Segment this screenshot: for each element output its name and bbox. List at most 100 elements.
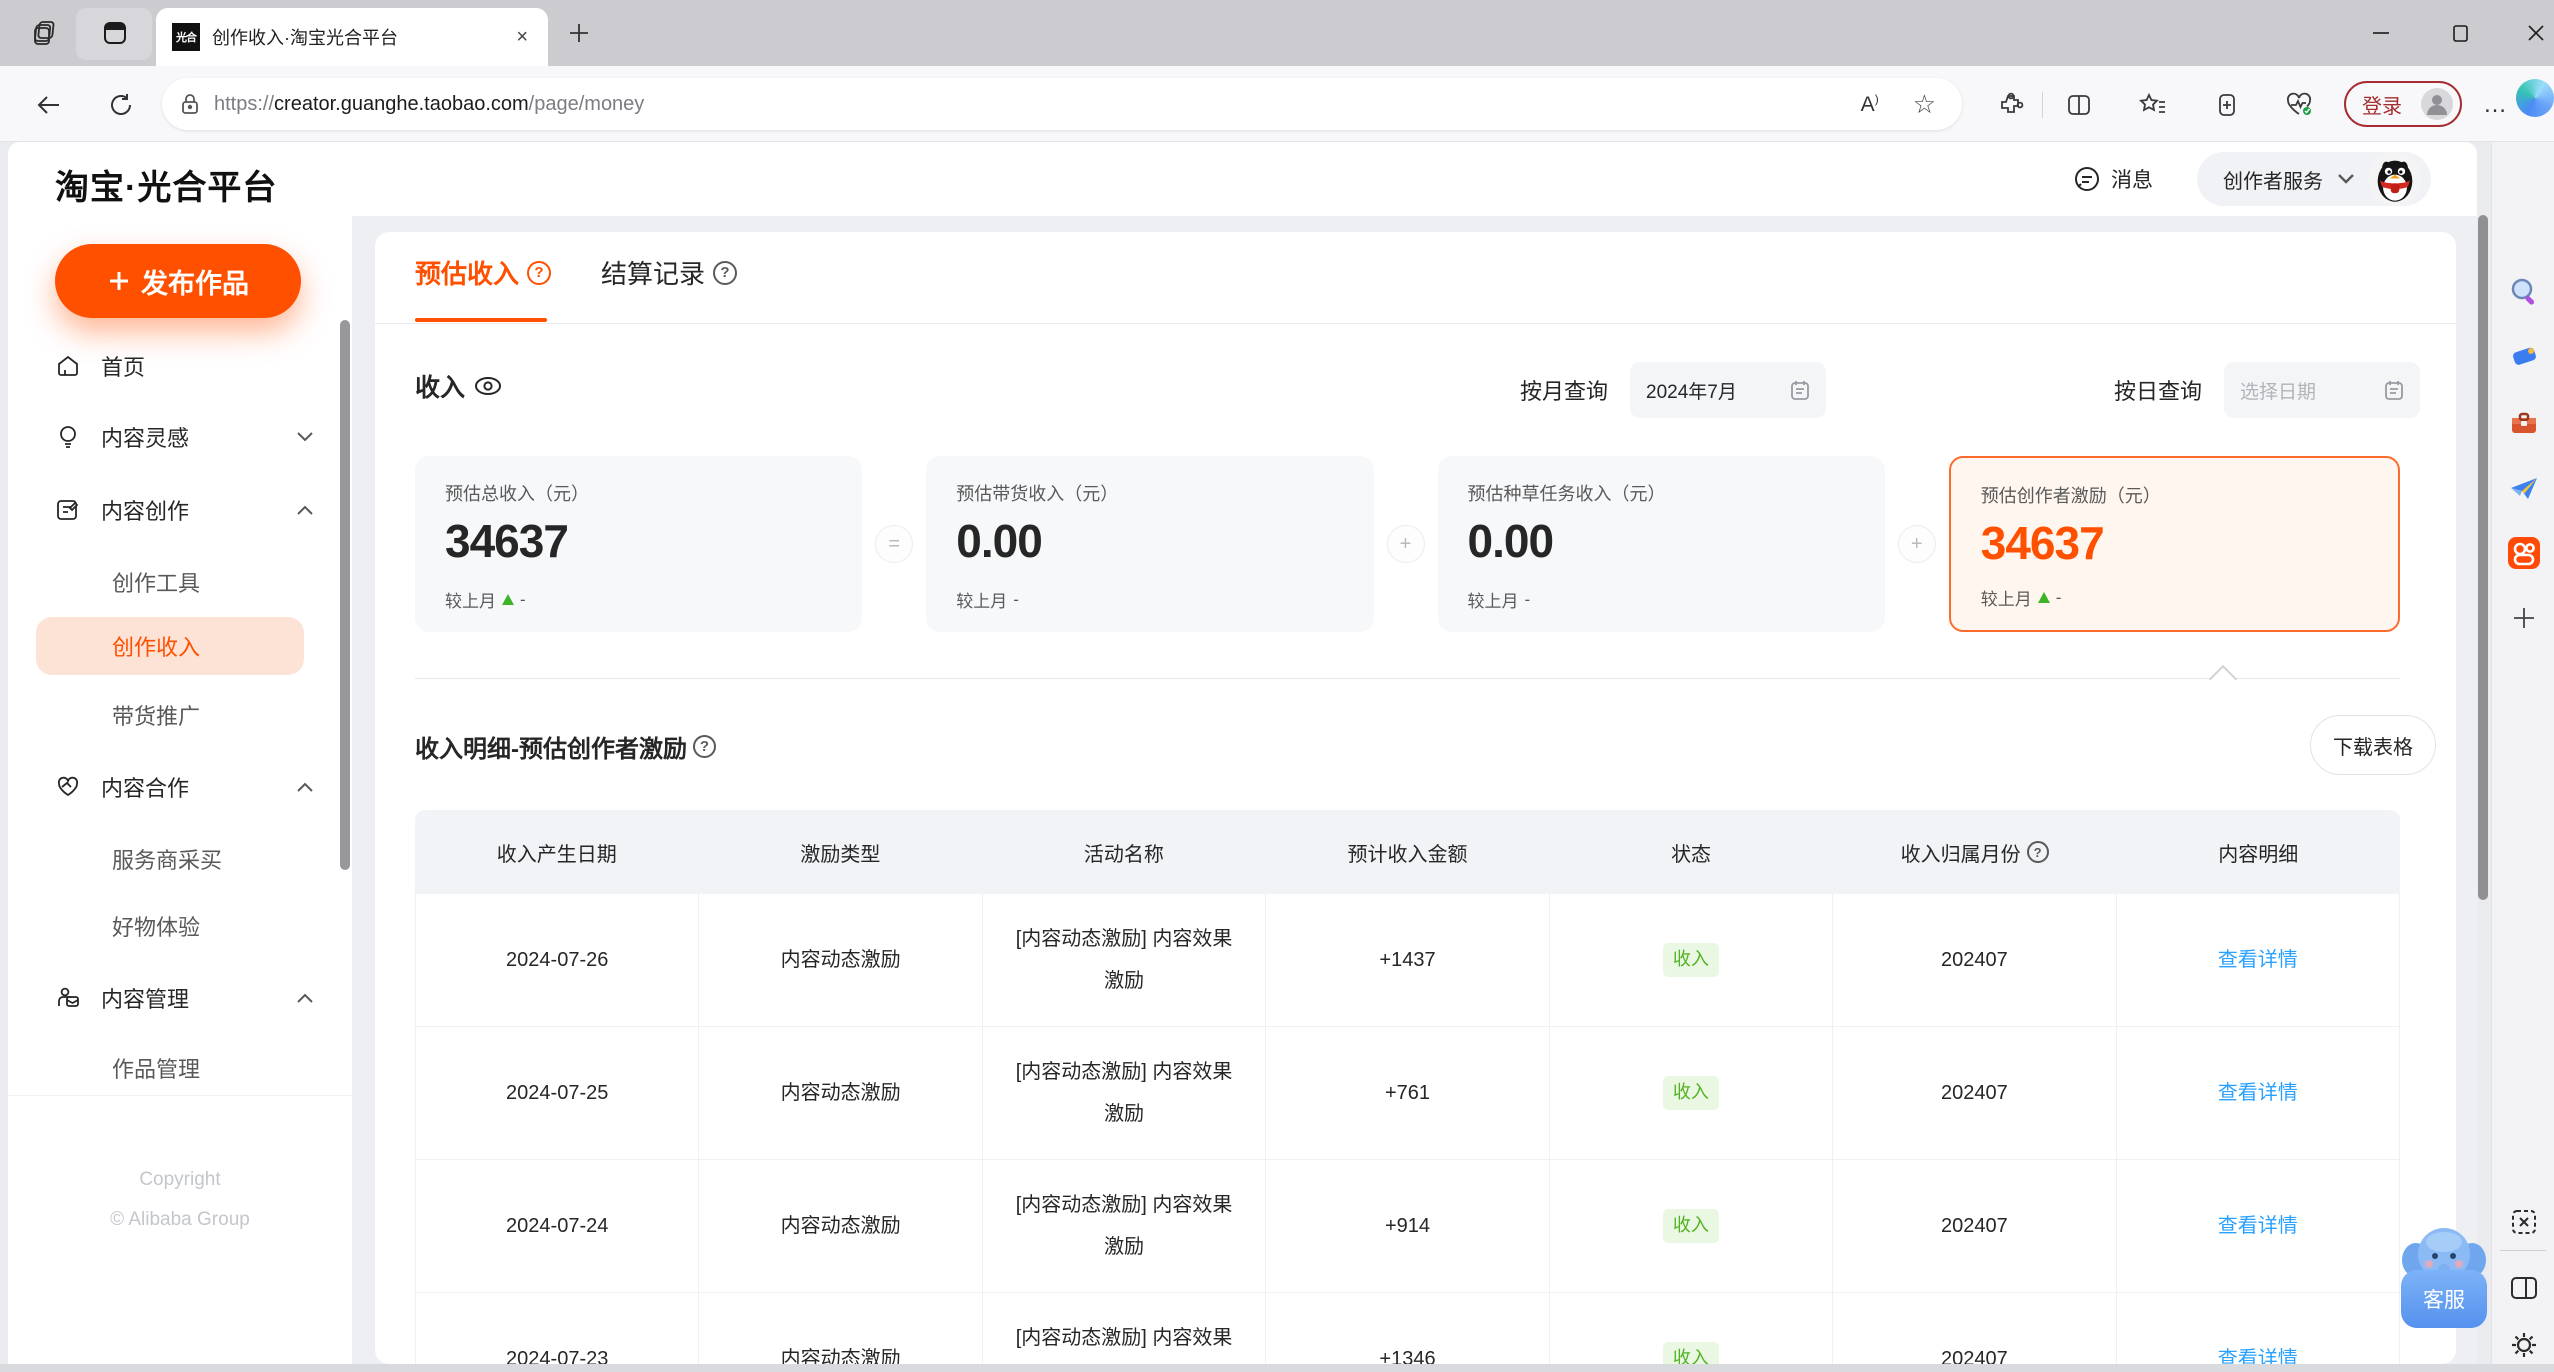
refresh-button[interactable]	[104, 88, 138, 122]
cell-month: 202407	[1833, 1027, 2117, 1159]
sidebar-item-creation[interactable]: 内容创作	[55, 486, 313, 534]
tab-close-icon[interactable]: ×	[512, 26, 532, 49]
new-tab-button[interactable]	[562, 16, 596, 50]
help-icon[interactable]: ?	[527, 260, 552, 285]
lightbulb-icon	[60, 426, 76, 448]
eye-icon[interactable]	[473, 375, 503, 397]
sidebar-item-product-trial[interactable]: 好物体验	[112, 902, 292, 950]
download-table-button[interactable]: 下载表格	[2310, 715, 2436, 775]
browser-tab[interactable]: 光合 创作收入·淘宝光合平台 ×	[156, 8, 548, 66]
kuaishou-icon[interactable]	[2506, 535, 2542, 571]
cell-type: 内容动态激励	[699, 1293, 983, 1364]
window-close-button[interactable]	[2516, 14, 2554, 52]
page-scrollbar[interactable]	[2478, 215, 2488, 900]
handshake-heart-icon	[57, 776, 79, 797]
search-icon[interactable]	[2506, 274, 2542, 310]
tab-estimated-income[interactable]: 预估收入 ?	[415, 254, 552, 291]
messages-button[interactable]: 消息	[2073, 164, 2153, 194]
help-icon[interactable]: ?	[2026, 841, 2049, 863]
cell-amount: +914	[1266, 1160, 1550, 1292]
read-aloud-icon[interactable]: A)	[1861, 92, 1879, 117]
sidebar-scrollbar[interactable]	[340, 320, 350, 870]
equals-symbol: =	[875, 525, 914, 563]
chevron-up-icon	[297, 993, 313, 1003]
browser-signin-button[interactable]: 登录	[2344, 81, 2462, 127]
sidebar-item-home[interactable]: 首页	[55, 342, 313, 390]
sidebar-item-creation-tools[interactable]: 创作工具	[112, 558, 292, 606]
address-bar[interactable]: https://creator.guanghe.taobao.com/page/…	[162, 78, 1962, 130]
table-row: 2024-07-25 内容动态激励 [内容动态激励] 内容效果激励 +761 收…	[415, 1027, 2400, 1160]
window-minimize-button[interactable]	[2361, 14, 2401, 52]
view-detail-link[interactable]: 查看详情	[2218, 939, 2298, 981]
main-content-card: 预估收入 ? 结算记录 ? 收入 按月查询 2024年7月 按日查询 选择日期 …	[375, 232, 2456, 1364]
stat-card-creator-incentive[interactable]: 预估创作者激励（元） 34637 较上月 -	[1948, 456, 2400, 632]
extensions-icon[interactable]	[1996, 90, 2026, 120]
col-status: 状态	[1671, 843, 1712, 866]
cell-amount: +1346	[1266, 1293, 1550, 1364]
browser-essentials-icon[interactable]	[2284, 90, 2314, 120]
cell-activity: [内容动态激励] 内容效果激励	[983, 1293, 1267, 1364]
cell-detail: 查看详情	[2117, 1160, 2400, 1292]
sidebar-item-works-management[interactable]: 作品管理	[112, 1044, 292, 1092]
cell-month: 202407	[1833, 894, 2117, 1026]
edit-square-icon	[57, 500, 79, 520]
sidebar-item-inspiration[interactable]: 内容灵感	[55, 413, 313, 461]
copilot-icon[interactable]	[2516, 79, 2554, 117]
paper-plane-icon[interactable]	[2506, 470, 2542, 506]
publish-button[interactable]: 发布作品	[55, 244, 301, 318]
customer-service-widget[interactable]: 客服	[2396, 1222, 2492, 1328]
favorite-star-icon[interactable]: ☆	[1913, 89, 1936, 120]
view-detail-link[interactable]: 查看详情	[2218, 1072, 2298, 1114]
sidebar-item-service-purchase[interactable]: 服务商采买	[112, 835, 292, 883]
date-picker[interactable]: 选择日期	[2224, 362, 2420, 418]
settings-more-icon[interactable]: …	[2480, 90, 2510, 120]
status-badge: 收入	[1662, 1342, 1719, 1364]
help-icon[interactable]: ?	[693, 735, 716, 758]
plus-icon	[110, 272, 128, 290]
workspaces-icon[interactable]	[28, 16, 62, 50]
back-button[interactable]	[32, 88, 66, 122]
month-picker[interactable]: 2024年7月	[1630, 362, 1826, 418]
cell-type: 内容动态激励	[699, 1027, 983, 1159]
site-header: 淘宝·光合平台 消息 创作者服务	[8, 142, 2477, 216]
tab-actions-icon[interactable]	[98, 16, 132, 50]
cell-date: 2024-07-26	[416, 894, 700, 1026]
lock-icon	[180, 93, 200, 115]
creator-service-menu[interactable]: 创作者服务	[2197, 152, 2431, 206]
home-icon	[58, 355, 78, 376]
cell-date: 2024-07-24	[416, 1160, 700, 1292]
view-detail-link[interactable]: 查看详情	[2218, 1338, 2298, 1364]
help-icon[interactable]: ?	[713, 260, 738, 285]
cell-amount: +1437	[1266, 894, 1550, 1026]
signin-label: 登录	[2362, 95, 2402, 118]
tab-settlement-records[interactable]: 结算记录 ?	[601, 254, 738, 291]
user-avatar[interactable]	[2369, 153, 2421, 205]
sidebar: 发布作品 首页 内容灵感 内容创作 创作工具 创作收入 带货推广 内容合作 服务…	[8, 216, 352, 1364]
sidebar-item-content-management[interactable]: 内容管理	[55, 974, 313, 1022]
cell-detail: 查看详情	[2117, 1293, 2400, 1364]
shopping-icon[interactable]	[2506, 340, 2542, 376]
collections-icon[interactable]	[2212, 90, 2242, 120]
message-bubble-icon	[2075, 167, 2099, 191]
favorites-icon[interactable]	[2138, 90, 2168, 120]
split-screen-icon[interactable]	[2064, 90, 2094, 120]
col-amount: 预计收入金额	[1347, 843, 1468, 866]
view-detail-link[interactable]: 查看详情	[2218, 1205, 2298, 1247]
tools-icon[interactable]	[2506, 405, 2542, 441]
site-logo[interactable]: 淘宝·光合平台	[55, 160, 277, 209]
browser-toolbar: https://creator.guanghe.taobao.com/page/…	[0, 66, 2554, 142]
customer-service-label[interactable]: 客服	[2401, 1270, 2487, 1328]
screenshot-icon[interactable]	[2506, 1204, 2542, 1240]
sidebar-item-promotion[interactable]: 带货推广	[112, 691, 292, 739]
income-section-title: 收入	[415, 368, 503, 404]
url-host: creator.guanghe.taobao.com	[274, 92, 529, 115]
chevron-down-icon	[297, 432, 313, 442]
add-to-sidebar-icon[interactable]	[2506, 600, 2542, 636]
split-window-icon[interactable]	[2506, 1270, 2542, 1306]
window-maximize-button[interactable]	[2440, 14, 2480, 52]
settings-gear-icon[interactable]	[2506, 1327, 2542, 1363]
sidebar-item-cooperation[interactable]: 内容合作	[55, 763, 313, 811]
sidebar-item-creation-income[interactable]: 创作收入	[36, 617, 304, 675]
tab-title: 创作收入·淘宝光合平台	[212, 28, 398, 48]
cell-detail: 查看详情	[2117, 1027, 2400, 1159]
